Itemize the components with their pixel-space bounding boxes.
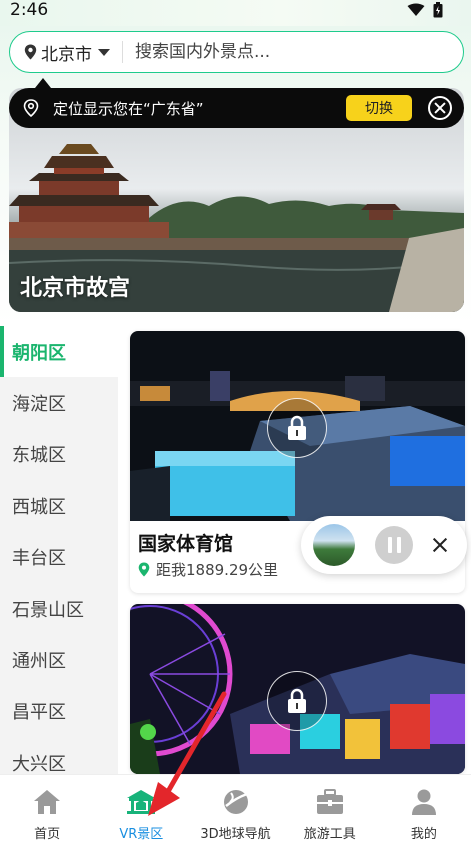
district-item-changping[interactable]: 昌平区 bbox=[0, 686, 118, 737]
status-icons bbox=[407, 2, 443, 22]
district-list: 朝阳区 海淀区 东城区 西城区 丰台区 石景山区 通州区 昌平区 大兴区 bbox=[0, 326, 118, 774]
audio-thumbnail[interactable] bbox=[313, 524, 355, 566]
close-player-icon[interactable] bbox=[431, 536, 449, 554]
nav-item-profile[interactable]: 我的 bbox=[377, 775, 471, 842]
nav-label: 3D地球导航 bbox=[200, 827, 271, 842]
card-distance: 距我1889.29公里 bbox=[138, 559, 278, 580]
globe-nav-icon bbox=[221, 787, 251, 817]
location-pin-icon bbox=[24, 44, 37, 60]
search-divider bbox=[122, 41, 123, 63]
nav-item-travel-tools[interactable]: 旅游工具 bbox=[283, 775, 377, 842]
district-item-haidian[interactable]: 海淀区 bbox=[0, 377, 118, 428]
district-item-chaoyang[interactable]: 朝阳区 bbox=[0, 326, 118, 378]
status-bar: 2:46 bbox=[0, 0, 471, 26]
nav-item-home[interactable]: 首页 bbox=[0, 775, 94, 842]
district-item-xicheng[interactable]: 西城区 bbox=[0, 480, 118, 531]
audio-player bbox=[301, 516, 467, 574]
scenic-card[interactable] bbox=[130, 604, 465, 774]
profile-icon bbox=[409, 787, 439, 817]
nav-label: 首页 bbox=[34, 827, 61, 842]
battery-icon bbox=[433, 2, 443, 22]
home-icon bbox=[32, 787, 62, 817]
nav-label: 旅游工具 bbox=[303, 827, 356, 842]
location-pin-icon bbox=[138, 562, 150, 577]
nav-item-3d-globe[interactable]: 3D地球导航 bbox=[188, 775, 282, 842]
district-item-fengtai[interactable]: 丰台区 bbox=[0, 532, 118, 583]
card-distance-text: 距我1889.29公里 bbox=[156, 561, 279, 579]
card-title: 国家体育馆 bbox=[138, 533, 234, 555]
lock-icon[interactable] bbox=[267, 398, 327, 458]
status-time: 2:46 bbox=[10, 0, 49, 20]
bottom-nav: 首页 VR景区 3D地球导航 旅游工具 我的 bbox=[0, 774, 471, 842]
city-name: 北京市 bbox=[41, 44, 92, 65]
city-selector[interactable]: 北京市 bbox=[10, 40, 110, 65]
district-item-dongcheng[interactable]: 东城区 bbox=[0, 429, 118, 480]
lock-icon[interactable] bbox=[267, 671, 327, 731]
district-item-shijingshan[interactable]: 石景山区 bbox=[0, 583, 118, 634]
nav-label: VR景区 bbox=[119, 827, 164, 842]
close-icon[interactable] bbox=[428, 96, 452, 120]
district-item-daxing[interactable]: 大兴区 bbox=[0, 737, 118, 774]
search-bar: 北京市 bbox=[9, 31, 464, 73]
wifi-icon bbox=[407, 3, 425, 21]
search-input[interactable] bbox=[135, 42, 415, 62]
district-item-tongzhou[interactable]: 通州区 bbox=[0, 634, 118, 685]
banner-title: 北京市故宫 bbox=[20, 276, 131, 301]
toolbox-icon bbox=[315, 787, 345, 817]
nav-item-vr-scenic[interactable]: VR景区 bbox=[94, 775, 188, 842]
nav-label: 我的 bbox=[410, 827, 437, 842]
location-pin-icon bbox=[23, 99, 39, 118]
chevron-down-icon bbox=[98, 48, 110, 56]
pause-bar-icon bbox=[396, 537, 401, 553]
vr-scenic-icon bbox=[126, 787, 156, 817]
location-toast-text: 定位显示您在“广东省” bbox=[53, 99, 204, 118]
pause-bar-icon bbox=[387, 537, 392, 553]
pause-button[interactable] bbox=[375, 526, 413, 564]
location-toast: 定位显示您在“广东省” 切换 bbox=[9, 78, 464, 128]
switch-location-button[interactable]: 切换 bbox=[346, 95, 412, 121]
